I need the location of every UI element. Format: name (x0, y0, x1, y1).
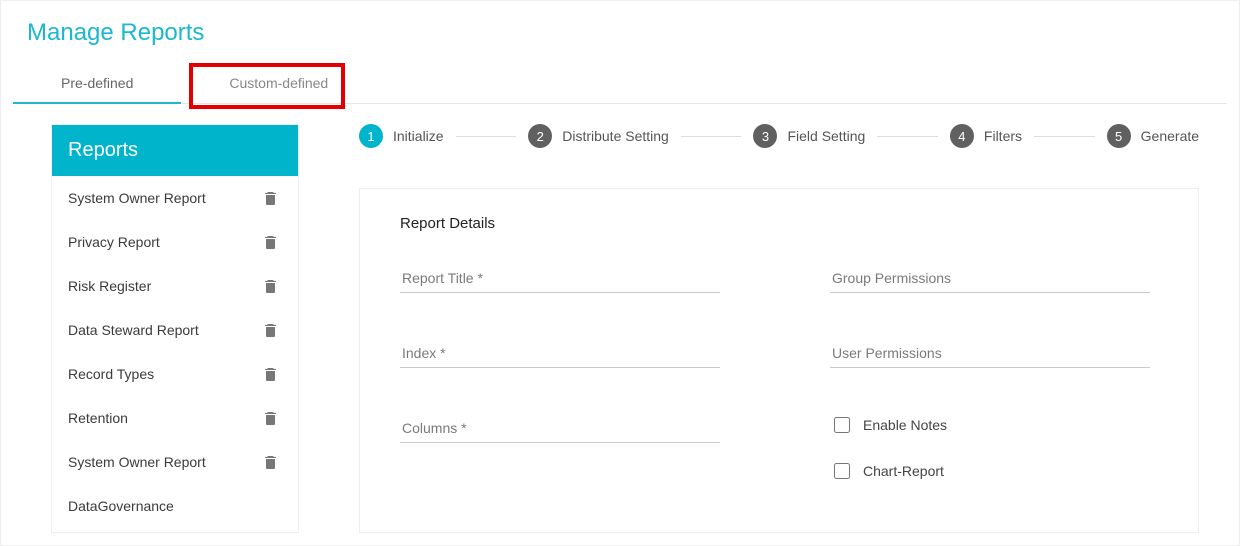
sidebar-header: Reports (52, 125, 298, 176)
sidebar-item-label: Data Steward Report (68, 322, 199, 338)
sidebar-item-label: Privacy Report (68, 234, 160, 250)
step-label: Filters (984, 128, 1022, 144)
chart-report-input[interactable] (834, 463, 850, 479)
sidebar-item-label: Record Types (68, 366, 154, 382)
step-number: 1 (359, 124, 383, 148)
sidebar-item[interactable]: Retention (52, 396, 298, 440)
sidebar-item[interactable]: System Owner Report (52, 176, 298, 220)
tabs: Pre-defined Custom-defined (13, 61, 1227, 104)
sidebar-item-label: System Owner Report (68, 190, 206, 206)
stepper: 1 Initialize 2 Distribute Setting 3 Fiel… (359, 124, 1199, 148)
step-field-setting[interactable]: 3 Field Setting (753, 124, 865, 148)
group-permissions-input[interactable] (830, 264, 1150, 293)
page-title: Manage Reports (27, 19, 1239, 47)
step-label: Initialize (393, 128, 444, 144)
sidebar-item-label: Retention (68, 410, 128, 426)
step-divider (456, 136, 517, 137)
chart-report-checkbox[interactable]: Chart-Report (830, 460, 1150, 482)
sidebar-item[interactable]: DataGovernance (52, 484, 298, 528)
enable-notes-label: Enable Notes (863, 417, 947, 433)
sidebar-item[interactable]: Data Steward Report (52, 308, 298, 352)
step-initialize[interactable]: 1 Initialize (359, 124, 444, 148)
trash-icon[interactable] (265, 236, 276, 249)
step-filters[interactable]: 4 Filters (950, 124, 1022, 148)
step-number: 3 (753, 124, 777, 148)
trash-icon[interactable] (265, 192, 276, 205)
step-label: Field Setting (787, 128, 865, 144)
sidebar-item[interactable]: System Owner Report (52, 440, 298, 484)
enable-notes-input[interactable] (834, 417, 850, 433)
sidebar-item-label: Risk Register (68, 278, 151, 294)
step-label: Distribute Setting (562, 128, 669, 144)
user-permissions-input[interactable] (830, 339, 1150, 368)
step-divider (877, 136, 938, 137)
tab-predefined[interactable]: Pre-defined (13, 61, 181, 103)
columns-input[interactable] (400, 414, 720, 443)
sidebar-item[interactable]: Risk Register (52, 264, 298, 308)
sidebar: Reports System Owner Report Privacy Repo… (51, 124, 299, 533)
card-title: Report Details (400, 215, 1158, 232)
sidebar-item[interactable]: Privacy Report (52, 220, 298, 264)
trash-icon[interactable] (265, 456, 276, 469)
trash-icon[interactable] (265, 324, 276, 337)
step-label: Generate (1141, 128, 1199, 144)
report-title-input[interactable] (400, 264, 720, 293)
step-number: 5 (1107, 124, 1131, 148)
step-divider (1034, 136, 1095, 137)
step-distribute-setting[interactable]: 2 Distribute Setting (528, 124, 669, 148)
trash-icon[interactable] (265, 368, 276, 381)
step-number: 2 (528, 124, 552, 148)
sidebar-item-label: System Owner Report (68, 454, 206, 470)
enable-notes-checkbox[interactable]: Enable Notes (830, 414, 1150, 436)
step-number: 4 (950, 124, 974, 148)
index-input[interactable] (400, 339, 720, 368)
chart-report-label: Chart-Report (863, 463, 944, 479)
sidebar-item-label: DataGovernance (68, 498, 174, 514)
tab-custom-defined[interactable]: Custom-defined (181, 61, 376, 103)
trash-icon[interactable] (265, 412, 276, 425)
step-generate[interactable]: 5 Generate (1107, 124, 1199, 148)
trash-icon[interactable] (265, 280, 276, 293)
step-divider (681, 136, 742, 137)
report-details-card: Report Details (359, 188, 1199, 533)
sidebar-item[interactable]: Record Types (52, 352, 298, 396)
